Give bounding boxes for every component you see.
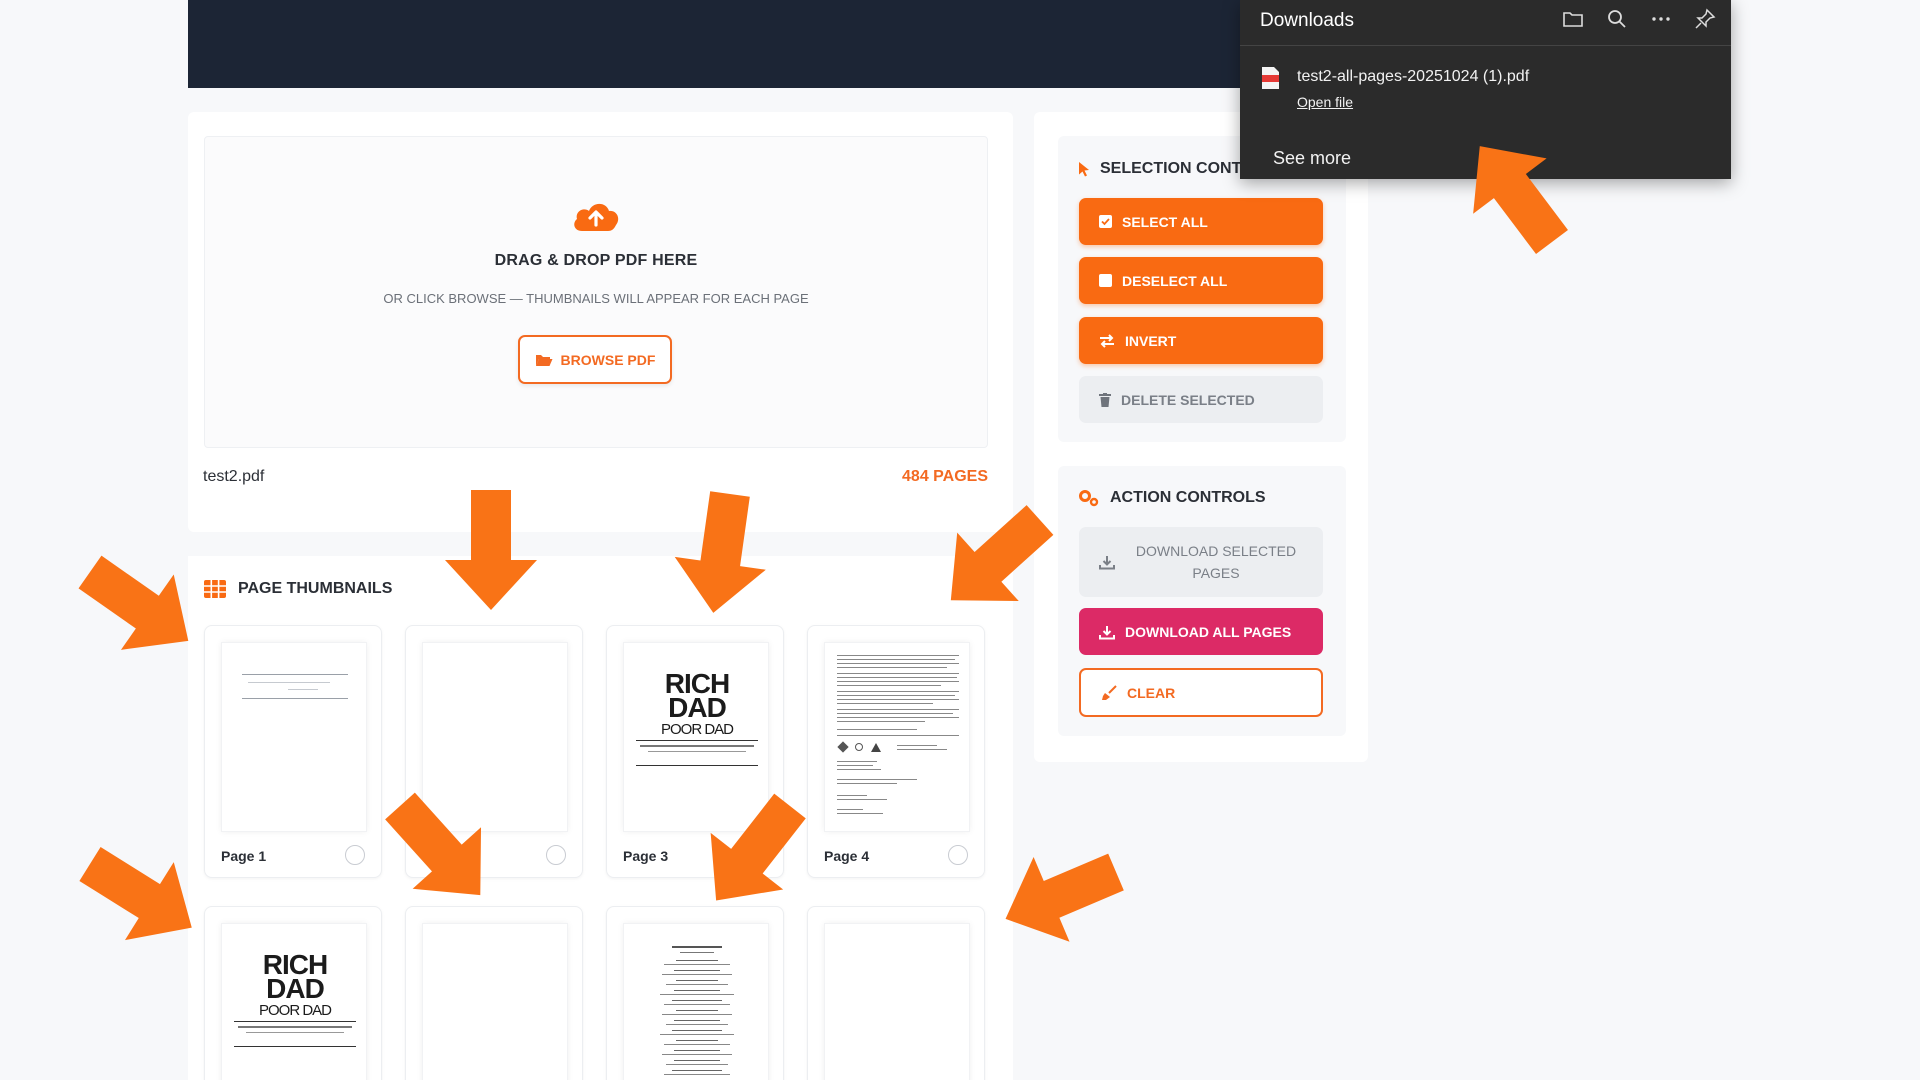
download-selected-button[interactable]: DOWNLOAD SELECTED PAGES xyxy=(1079,527,1323,597)
action-controls-title: ACTION CONTROLS xyxy=(1110,489,1266,506)
page-preview xyxy=(824,642,970,832)
page-thumbnail[interactable] xyxy=(606,906,784,1080)
dropzone-title: DRAG & DROP PDF HERE xyxy=(494,252,698,269)
more-options-icon[interactable] xyxy=(1649,7,1673,31)
checkbox-empty-icon xyxy=(1099,274,1112,287)
cover-title-dad: DAD xyxy=(668,692,727,723)
selection-controls-header: SELECTION CONT xyxy=(1078,160,1241,178)
loaded-file-name: test2.pdf xyxy=(203,468,265,485)
dropzone-subtitle: OR CLICK BROWSE — THUMBNAILS WILL APPEAR… xyxy=(383,291,809,306)
downloads-toolbar xyxy=(1561,7,1717,31)
downloads-title: Downloads xyxy=(1260,10,1354,31)
download-selected-label-line2: PAGES xyxy=(1192,565,1240,581)
cover-title-poor-dad: POOR DAD xyxy=(258,1002,332,1019)
page-preview xyxy=(623,923,769,1080)
page-preview xyxy=(422,923,568,1080)
cloud-upload-icon xyxy=(574,203,619,231)
page-select-radio[interactable] xyxy=(948,845,968,865)
folder-icon[interactable] xyxy=(1561,7,1585,31)
trash-icon xyxy=(1099,392,1111,407)
cover-title-dad: DAD xyxy=(266,973,325,1004)
action-controls-header: ACTION CONTROLS xyxy=(1078,489,1266,507)
search-icon[interactable] xyxy=(1605,7,1629,31)
page-label: Page 4 xyxy=(824,848,870,864)
page-thumbnail[interactable]: Page 4 xyxy=(807,625,985,878)
swap-arrows-icon xyxy=(1100,333,1114,348)
page-preview: RICH DAD POOR DAD xyxy=(221,923,367,1080)
open-file-link[interactable]: Open file xyxy=(1297,94,1353,110)
thumbnails-header: PAGE THUMBNAILS xyxy=(204,580,392,598)
page-count: 484 PAGES xyxy=(902,468,988,485)
page-thumbnail[interactable] xyxy=(405,906,583,1080)
cover-title-poor-dad: POOR DAD xyxy=(660,721,734,738)
page-thumbnail[interactable]: Page 1 xyxy=(204,625,382,878)
page-select-radio[interactable] xyxy=(546,845,566,865)
see-more-link[interactable]: See more xyxy=(1273,148,1351,169)
page-label: Page 3 xyxy=(623,848,669,864)
pin-icon[interactable] xyxy=(1693,7,1717,31)
pdf-file-icon xyxy=(1262,67,1279,89)
cursor-pointer-icon xyxy=(1079,162,1089,177)
invert-label: INVERT xyxy=(1125,332,1177,349)
download-icon xyxy=(1099,556,1115,570)
page-preview xyxy=(824,923,970,1080)
downloads-popup: Downloads test2-all-pages-20251024 (1).p… xyxy=(1240,0,1731,179)
checkbox-checked-icon xyxy=(1099,215,1112,228)
select-all-label: SELECT ALL xyxy=(1122,213,1208,230)
page-thumbnail[interactable] xyxy=(807,906,985,1080)
delete-selected-label: DELETE SELECTED xyxy=(1121,391,1255,408)
deselect-all-button[interactable]: DESELECT ALL xyxy=(1079,257,1323,304)
gears-icon xyxy=(1079,490,1099,507)
deselect-all-label: DESELECT ALL xyxy=(1122,272,1228,289)
page-thumbnail[interactable]: RICH DAD POOR DAD Page 3 xyxy=(606,625,784,878)
clear-button[interactable]: CLEAR xyxy=(1079,668,1323,717)
delete-selected-button[interactable]: DELETE SELECTED xyxy=(1079,376,1323,423)
clear-label: CLEAR xyxy=(1127,684,1176,701)
download-all-pages-label: DOWNLOAD ALL PAGES xyxy=(1125,623,1292,640)
page-label: Page 1 xyxy=(221,848,267,864)
page-preview: RICH DAD POOR DAD xyxy=(623,642,769,832)
browse-pdf-label: BROWSE PDF xyxy=(560,351,656,368)
browse-pdf-button[interactable]: BROWSE PDF xyxy=(518,335,672,384)
downloaded-file-name[interactable]: test2-all-pages-20251024 (1).pdf xyxy=(1297,68,1529,86)
selection-controls-title: SELECTION CONT xyxy=(1100,160,1242,177)
page-thumbnail[interactable] xyxy=(405,625,583,878)
select-all-button[interactable]: SELECT ALL xyxy=(1079,198,1323,245)
page-preview xyxy=(422,642,568,832)
folder-open-icon xyxy=(535,354,553,366)
invert-button[interactable]: INVERT xyxy=(1079,317,1323,364)
download-icon xyxy=(1099,625,1115,639)
download-all-pages-button[interactable]: DOWNLOAD ALL PAGES xyxy=(1079,608,1323,655)
broom-icon xyxy=(1102,684,1117,700)
download-selected-label-line1: DOWNLOAD SELECTED xyxy=(1135,543,1297,559)
page-select-radio[interactable] xyxy=(345,845,365,865)
grid-table-icon xyxy=(204,580,226,598)
downloads-divider xyxy=(1240,45,1731,46)
page-thumbnail[interactable]: RICH DAD POOR DAD xyxy=(204,906,382,1080)
page-preview xyxy=(221,642,367,832)
thumbnails-title: PAGE THUMBNAILS xyxy=(238,580,393,597)
